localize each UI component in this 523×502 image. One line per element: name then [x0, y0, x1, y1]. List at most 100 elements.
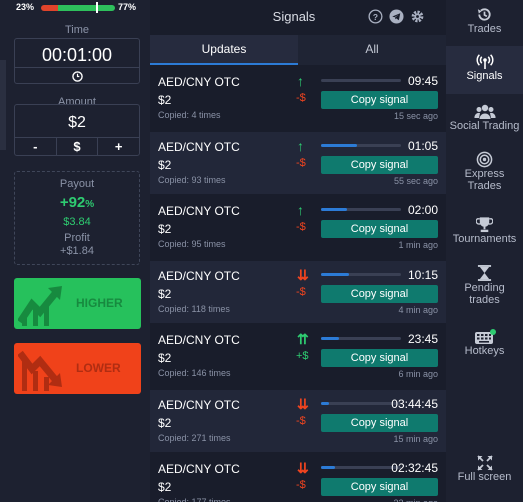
trophy-icon [446, 216, 523, 233]
payout-box: Payout +92% $3.84 Profit +$1.84 [14, 171, 140, 265]
sidebar-item-hotkeys[interactable]: Hotkeys [446, 329, 523, 365]
signal-progress-fill [321, 401, 329, 405]
signal-time: 09:45 [407, 74, 438, 88]
signal-copied-count: Copied: 271 times [158, 432, 231, 443]
sidebar-item-full-screen[interactable]: Full screen [446, 455, 523, 491]
signal-profit: -$ [296, 414, 306, 427]
signal-amount: $2 [158, 286, 172, 301]
signal-icon [446, 54, 523, 70]
signal-pair: AED/CNY OTC [158, 139, 240, 154]
sidebar-item-social-trading[interactable]: Social Trading [446, 103, 523, 139]
signal-ago: 6 min ago [398, 369, 438, 379]
signal-ago: 55 sec ago [393, 175, 438, 186]
signal-row: AED/CNY OTC $2 Copied: 271 times ⇊ -$ 03:44:4… [150, 389, 446, 452]
time-field[interactable]: 00:01:00 [14, 38, 140, 84]
sentiment-sell-pct: 23% [16, 2, 35, 12]
help-icon[interactable]: ? [368, 9, 383, 24]
signal-amount: $2 [158, 222, 172, 236]
signal-time: 02:32:45 [391, 461, 438, 475]
signal-direction-icon: ↑ [297, 202, 304, 218]
time-value[interactable]: 00:01:00 [15, 45, 139, 66]
signal-direction-icon: ↑ [297, 137, 304, 154]
signal-pair: AED/CNY OTC [158, 397, 240, 412]
signal-progress-bar [321, 401, 401, 405]
payout-percent: +92% [15, 194, 139, 211]
trade-panel: 23% 77% Time 00:01:00 Amount $2 - $ + Pa… [0, 0, 150, 502]
amount-value[interactable]: $2 [15, 114, 139, 132]
gear-icon[interactable] [410, 9, 425, 24]
copy-signal-button[interactable]: Copy signal [321, 349, 438, 367]
copy-signal-button[interactable]: Copy signal [321, 91, 438, 109]
copy-signal-button[interactable]: Copy signal [321, 284, 438, 303]
sidebar-label-express-trades: Express Trades [464, 168, 505, 192]
signal-pair: AED/CNY OTC [158, 333, 240, 347]
signal-direction-icon: ↑ [297, 73, 304, 89]
lower-button[interactable]: LOWER [14, 343, 141, 394]
signal-progress-fill [321, 466, 336, 469]
keyboard-icon [446, 329, 523, 345]
sidebar-item-signals[interactable]: Signals [446, 46, 523, 94]
clock-icon[interactable] [15, 67, 139, 84]
signal-time: 01:05 [407, 138, 438, 153]
sidebar-label-hotkeys: Hotkeys [464, 345, 505, 357]
sidebar-label-signals: Signals [466, 70, 503, 82]
payout-percent-sign: % [85, 199, 95, 210]
history-icon [446, 6, 523, 23]
signal-copied-count: Copied: 118 times [158, 303, 230, 314]
lower-label: LOWER [76, 361, 121, 375]
signal-pair: AED/CNY OTC [158, 204, 240, 218]
tab-updates[interactable]: Updates [150, 35, 298, 65]
trend-down-icon [18, 350, 62, 391]
signal-profit: -$ [296, 479, 306, 491]
signal-amount: $2 [158, 93, 172, 107]
signal-amount: $2 [158, 351, 172, 365]
profit-value: +$1.84 [60, 245, 94, 257]
sidebar-item-express-trades[interactable]: Express Trades [446, 151, 523, 203]
telegram-icon[interactable] [389, 9, 404, 24]
signal-amount: $2 [158, 157, 172, 172]
signal-amount: $2 [158, 415, 172, 430]
signals-tabs: Updates All [150, 35, 446, 65]
signals-header-icons: ? [368, 9, 425, 24]
signal-ago: 1 min ago [398, 240, 438, 250]
signal-copied-count: Copied: 177 times [158, 497, 231, 502]
signal-pair: AED/CNY OTC [158, 462, 240, 476]
signals-list: AED/CNY OTC $2 Copied: 4 times ↑ -$ 09:45 Copy… [150, 67, 446, 502]
signal-row: AED/CNY OTC $2 Copied: 4 times ↑ -$ 09:45 Copy… [150, 67, 446, 129]
higher-button[interactable]: HIGHER [14, 278, 141, 329]
signal-profit: -$ [296, 92, 306, 104]
amount-plus-button[interactable]: + [97, 138, 139, 156]
amount-minus-button[interactable]: - [15, 138, 56, 156]
sidebar-item-tournaments[interactable]: Tournaments [446, 216, 523, 252]
copy-signal-button[interactable]: Copy signal [321, 478, 438, 496]
copy-signal-button[interactable]: Copy signal [321, 413, 438, 432]
payout-money: $3.84 [63, 216, 91, 228]
svg-text:?: ? [373, 12, 378, 22]
signal-time: 02:00 [407, 203, 438, 217]
copy-signal-button[interactable]: Copy signal [321, 155, 438, 174]
copy-signal-button[interactable]: Copy signal [321, 220, 438, 238]
signal-profit: -$ [296, 156, 306, 169]
currency-button[interactable]: $ [55, 138, 98, 156]
signal-copied-count: Copied: 146 times [158, 368, 231, 378]
social-icon [446, 103, 523, 120]
tab-all[interactable]: All [298, 35, 446, 65]
time-label: Time [64, 24, 90, 36]
signal-row: AED/CNY OTC $2 Copied: 95 times ↑ -$ 02:00 Cop… [150, 196, 446, 258]
sentiment-sell-fill [41, 5, 59, 11]
signal-progress-bar [321, 143, 401, 147]
signal-copied-count: Copied: 4 times [158, 110, 221, 120]
payout-label: Payout [59, 178, 95, 190]
sidebar-item-trades[interactable]: Trades [446, 6, 523, 44]
signal-time: 10:15 [407, 267, 438, 282]
amount-controls: - $ + [15, 137, 139, 156]
signal-progress-fill [321, 143, 357, 147]
signal-row: AED/CNY OTC $2 Copied: 177 times ⇊ -$ 02:32:4… [150, 454, 446, 502]
signal-amount: $2 [158, 480, 172, 494]
sidebar-item-pending-trades[interactable]: Pending trades [446, 264, 523, 316]
signal-progress-bar [321, 466, 401, 469]
signal-pair: AED/CNY OTC [158, 268, 240, 283]
amount-field[interactable]: $2 - $ + [14, 104, 140, 156]
signal-row: AED/CNY OTC $2 Copied: 146 times ⇈ +$ 23:45 Co… [150, 325, 446, 387]
signal-progress-bar [321, 337, 401, 340]
